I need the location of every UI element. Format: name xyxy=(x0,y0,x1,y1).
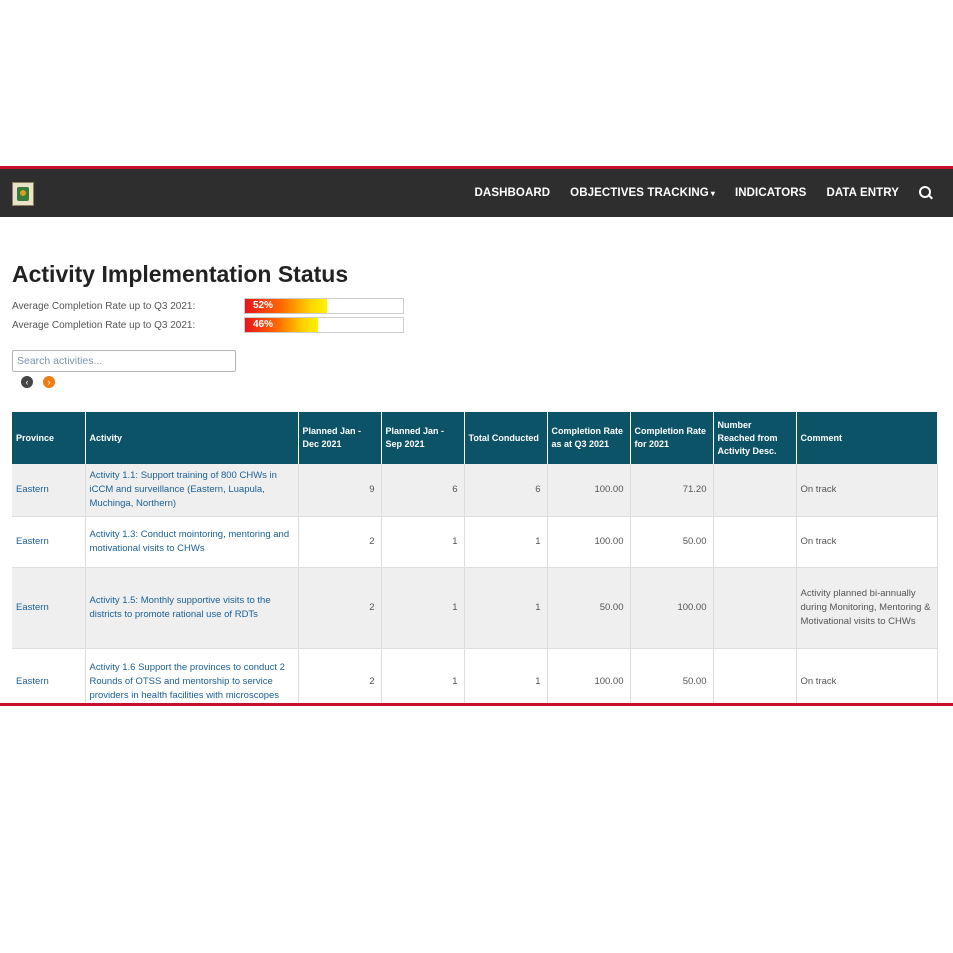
reached-cell xyxy=(713,516,797,568)
col-header-rate-q3[interactable]: Completion Rate as at Q3 2021 xyxy=(547,412,631,464)
table-row: Eastern Activity 1.5: Monthly supportive… xyxy=(12,567,938,649)
table-row: Eastern Activity 1.1: Support training o… xyxy=(12,464,938,517)
table-row: Eastern Activity 1.3: Conduct mointoring… xyxy=(12,516,938,568)
table-header-row: Province Activity Planned Jan - Dec 2021… xyxy=(12,412,938,464)
next-page-icon[interactable]: › xyxy=(43,376,55,388)
planned-year-cell: 2 xyxy=(298,567,382,649)
progress-value: 52% xyxy=(253,300,274,311)
col-header-province[interactable]: Province xyxy=(12,412,86,464)
activity-table: Province Activity Planned Jan - Dec 2021… xyxy=(12,412,938,703)
province-cell[interactable]: Eastern xyxy=(12,516,86,568)
planned-year-cell: 2 xyxy=(298,648,382,703)
col-header-comment[interactable]: Comment xyxy=(796,412,938,464)
conducted-cell: 6 xyxy=(464,464,548,517)
completion-rate-row-1: Average Completion Rate up to Q3 2021: 5… xyxy=(12,297,404,315)
col-header-planned-year[interactable]: Planned Jan - Dec 2021 xyxy=(298,412,382,464)
comment-cell: Activity planned bi-annually during Moni… xyxy=(796,567,938,649)
app-window: DASHBOARD OBJECTIVES TRACKING ▾ INDICATOR… xyxy=(0,166,953,706)
search-input[interactable] xyxy=(12,350,236,372)
progress-value: 46% xyxy=(253,319,274,330)
completion-rate-label: Average Completion Rate up to Q3 2021: xyxy=(12,300,196,312)
rate-q3-cell: 100.00 xyxy=(547,464,631,517)
activity-link[interactable]: Activity 1.5: Monthly supportive visits … xyxy=(85,567,299,649)
nav-menu: DASHBOARD OBJECTIVES TRACKING ▾ INDICATOR… xyxy=(455,169,933,217)
nav-data-entry[interactable]: DATA ENTRY xyxy=(826,187,899,199)
nav-objectives-label: OBJECTIVES TRACKING xyxy=(570,187,709,199)
planned-sep-cell: 1 xyxy=(381,648,465,703)
comment-cell: On track xyxy=(796,648,938,703)
planned-sep-cell: 6 xyxy=(381,464,465,517)
reached-cell xyxy=(713,464,797,517)
rate-q3-cell: 50.00 xyxy=(547,567,631,649)
nav-dashboard[interactable]: DASHBOARD xyxy=(475,187,551,199)
completion-progress-bar: 46% xyxy=(244,317,404,333)
completion-progress-bar: 52% xyxy=(244,298,404,314)
conducted-cell: 1 xyxy=(464,567,548,649)
nav-indicators[interactable]: INDICATORS xyxy=(735,187,807,199)
rate-q3-cell: 100.00 xyxy=(547,648,631,703)
rate-year-cell: 50.00 xyxy=(630,516,714,568)
prev-page-icon[interactable]: ‹ xyxy=(21,376,33,388)
reached-cell xyxy=(713,567,797,649)
activity-link[interactable]: Activity 1.6 Support the provinces to co… xyxy=(85,648,299,703)
search-icon[interactable] xyxy=(919,186,933,200)
planned-sep-cell: 1 xyxy=(381,516,465,568)
planned-year-cell: 2 xyxy=(298,516,382,568)
coat-of-arms-logo[interactable] xyxy=(12,182,34,206)
col-header-planned-sep[interactable]: Planned Jan - Sep 2021 xyxy=(381,412,465,464)
rate-year-cell: 50.00 xyxy=(630,648,714,703)
completion-rate-row-2: Average Completion Rate up to Q3 2021: 4… xyxy=(12,316,404,334)
completion-rate-label: Average Completion Rate up to Q3 2021: xyxy=(12,319,196,331)
activity-link[interactable]: Activity 1.3: Conduct mointoring, mentor… xyxy=(85,516,299,568)
province-cell[interactable]: Eastern xyxy=(12,648,86,703)
conducted-cell: 1 xyxy=(464,516,548,568)
rate-year-cell: 71.20 xyxy=(630,464,714,517)
comment-cell: On track xyxy=(796,516,938,568)
planned-sep-cell: 1 xyxy=(381,567,465,649)
province-cell[interactable]: Eastern xyxy=(12,464,86,517)
nav-objectives-tracking[interactable]: OBJECTIVES TRACKING ▾ xyxy=(570,187,715,199)
planned-year-cell: 9 xyxy=(298,464,382,517)
col-header-rate-year[interactable]: Completion Rate for 2021 xyxy=(630,412,714,464)
activity-link[interactable]: Activity 1.1: Support training of 800 CH… xyxy=(85,464,299,517)
comment-cell: On track xyxy=(796,464,938,517)
chevron-down-icon: ▾ xyxy=(710,189,715,198)
province-cell[interactable]: Eastern xyxy=(12,567,86,649)
navbar: DASHBOARD OBJECTIVES TRACKING ▾ INDICATOR… xyxy=(0,169,953,217)
conducted-cell: 1 xyxy=(464,648,548,703)
table-row: Eastern Activity 1.6 Support the provinc… xyxy=(12,648,938,703)
reached-cell xyxy=(713,648,797,703)
rate-year-cell: 100.00 xyxy=(630,567,714,649)
col-header-activity[interactable]: Activity xyxy=(85,412,299,464)
page-title: Activity Implementation Status xyxy=(12,261,349,287)
col-header-number-reached[interactable]: Number Reached from Activity Desc. xyxy=(713,412,797,464)
rate-q3-cell: 100.00 xyxy=(547,516,631,568)
col-header-total-conducted[interactable]: Total Conducted xyxy=(464,412,548,464)
